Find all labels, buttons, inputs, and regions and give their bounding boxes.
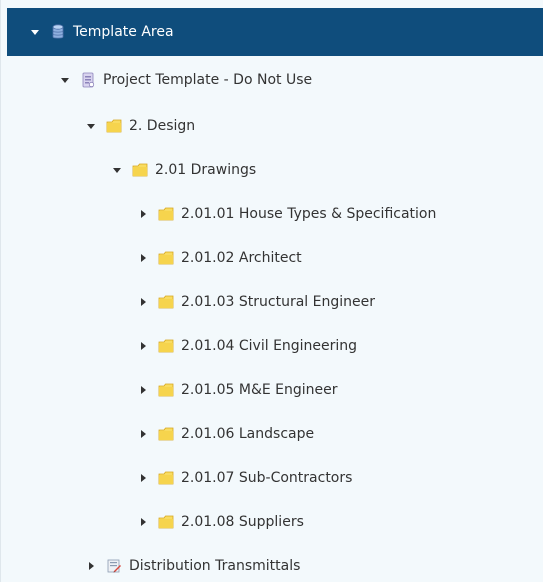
template-tree: Template Area Project Template - Do Not … <box>0 0 543 582</box>
project-icon <box>79 71 97 89</box>
tree-node-me-engineer[interactable]: 2.01.05 M&E Engineer <box>1 376 543 404</box>
collapsed-caret-icon[interactable] <box>137 296 149 308</box>
tree-node-suppliers[interactable]: 2.01.08 Suppliers <box>1 508 543 536</box>
tree-node-distribution-transmittals[interactable]: Distribution Transmittals <box>1 552 543 580</box>
collapsed-caret-icon[interactable] <box>137 516 149 528</box>
tree-node-label: 2.01.02 Architect <box>181 250 302 266</box>
tree-node-architect[interactable]: 2.01.02 Architect <box>1 244 543 272</box>
tree-node-structural-engineer[interactable]: 2.01.03 Structural Engineer <box>1 288 543 316</box>
tree-node-label: Distribution Transmittals <box>129 558 301 574</box>
tree-node-design[interactable]: 2. Design <box>1 112 543 140</box>
tree-node-label: Template Area <box>73 24 174 40</box>
folder-icon <box>157 469 175 487</box>
tree-node-project-template[interactable]: Project Template - Do Not Use <box>1 66 543 94</box>
folder-icon <box>157 513 175 531</box>
collapsed-caret-icon[interactable] <box>137 428 149 440</box>
tree-node-civil-engineering[interactable]: 2.01.04 Civil Engineering <box>1 332 543 360</box>
folder-icon <box>105 117 123 135</box>
tree-node-label: 2.01.05 M&E Engineer <box>181 382 338 398</box>
tree-node-label: 2.01 Drawings <box>155 162 257 178</box>
collapsed-caret-icon[interactable] <box>137 208 149 220</box>
tree-node-label: Project Template - Do Not Use <box>103 72 313 88</box>
folder-icon <box>157 425 175 443</box>
collapsed-caret-icon[interactable] <box>85 560 97 572</box>
expanded-caret-icon[interactable] <box>111 164 123 176</box>
transmittal-icon <box>105 557 123 575</box>
folder-icon <box>157 205 175 223</box>
expanded-caret-icon[interactable] <box>29 26 41 38</box>
folder-icon <box>131 161 149 179</box>
database-icon <box>49 23 67 41</box>
tree-node-label: 2.01.08 Suppliers <box>181 514 304 530</box>
tree-node-label: 2.01.03 Structural Engineer <box>181 294 375 310</box>
tree-node-label: 2.01.07 Sub-Contractors <box>181 470 353 486</box>
expanded-caret-icon[interactable] <box>85 120 97 132</box>
collapsed-caret-icon[interactable] <box>137 340 149 352</box>
folder-icon <box>157 249 175 267</box>
tree-node-template-area[interactable]: Template Area <box>7 8 543 56</box>
tree-node-landscape[interactable]: 2.01.06 Landscape <box>1 420 543 448</box>
tree-node-label: 2. Design <box>129 118 196 134</box>
tree-node-label: 2.01.06 Landscape <box>181 426 315 442</box>
folder-icon <box>157 381 175 399</box>
tree-node-drawings[interactable]: 2.01 Drawings <box>1 156 543 184</box>
expanded-caret-icon[interactable] <box>59 74 71 86</box>
collapsed-caret-icon[interactable] <box>137 252 149 264</box>
tree-node-label: 2.01.04 Civil Engineering <box>181 338 358 354</box>
tree-node-sub-contractors[interactable]: 2.01.07 Sub-Contractors <box>1 464 543 492</box>
folder-icon <box>157 337 175 355</box>
tree-node-label: 2.01.01 House Types & Specification <box>181 206 437 222</box>
tree-node-house-types[interactable]: 2.01.01 House Types & Specification <box>1 200 543 228</box>
collapsed-caret-icon[interactable] <box>137 472 149 484</box>
collapsed-caret-icon[interactable] <box>137 384 149 396</box>
folder-icon <box>157 293 175 311</box>
